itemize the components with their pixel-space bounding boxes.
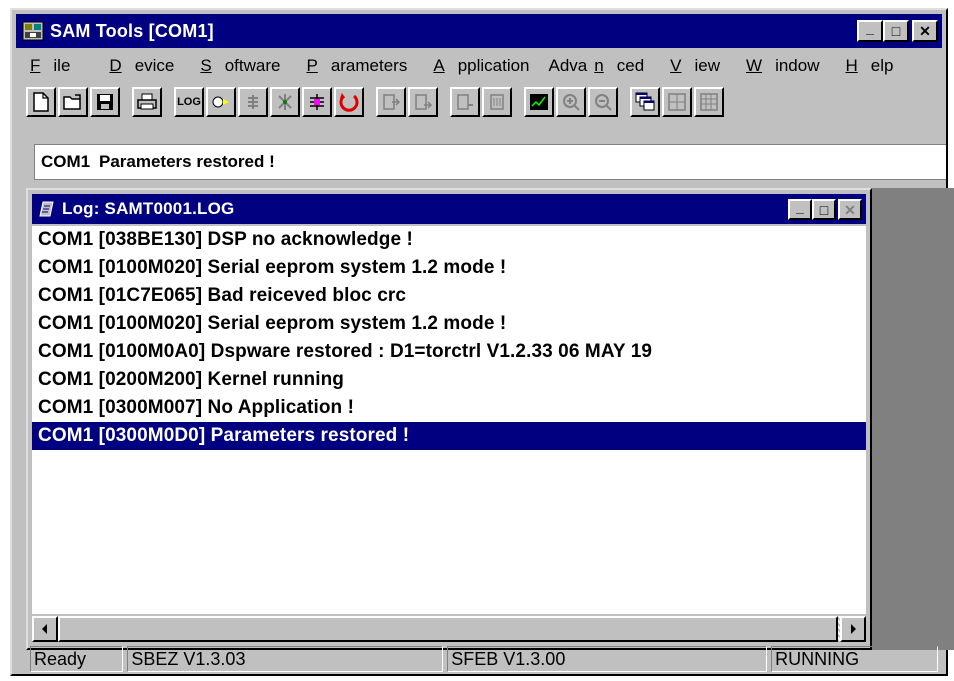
device-button[interactable] — [206, 87, 236, 117]
open-button[interactable] — [58, 87, 88, 117]
close-icon: ✕ — [919, 23, 931, 39]
toolbar: LOG — [26, 84, 942, 120]
minimize-icon: _ — [866, 20, 874, 36]
device-icon — [212, 96, 229, 108]
arrow-left-icon — [42, 624, 47, 634]
upload-button[interactable] — [376, 87, 406, 117]
menu-advanced[interactable]: Adva n ced — [549, 56, 645, 76]
restore-icon — [339, 93, 359, 112]
log-line[interactable]: COM1 [0300M007] No Application ! — [32, 394, 866, 422]
menu-file[interactable]: File — [23, 56, 89, 76]
log-line[interactable]: COM1 [0100M020] Serial eeprom system 1.2… — [32, 310, 866, 338]
zoom-out-icon — [595, 94, 612, 111]
window-title: SAM Tools [COM1] — [50, 20, 214, 41]
tile-icon — [668, 93, 686, 111]
log-close-button[interactable]: ✕ — [838, 199, 862, 220]
status-state: RUNNING — [771, 646, 938, 672]
new-button[interactable] — [26, 87, 56, 117]
log-line[interactable]: COM1 [0100M0A0] Dspware restored : D1=to… — [32, 338, 866, 366]
log-window-title-bar[interactable]: Log: SAMT0001.LOG _ □ ✕ — [32, 194, 866, 224]
message-port: COM1 — [41, 152, 91, 171]
zoom-in-button[interactable] — [556, 87, 586, 117]
arrow-right-icon — [851, 624, 856, 634]
tile-button[interactable] — [662, 87, 692, 117]
save-icon — [97, 94, 113, 110]
zoom-in-icon — [563, 94, 580, 111]
log-line[interactable]: COM1 [01C7E065] Bad reiceved bloc crc — [32, 282, 866, 310]
log-line[interactable]: COM1 [0100M020] Serial eeprom system 1.2… — [32, 254, 866, 282]
maximize-icon: □ — [819, 201, 829, 218]
scroll-right-button[interactable] — [840, 616, 866, 642]
menu-help[interactable]: Help — [838, 56, 893, 76]
menu-bar: File Device Software Parameters Applicat… — [16, 52, 942, 80]
arrange-icon — [700, 93, 718, 111]
scroll-thumb[interactable] — [58, 616, 838, 642]
compare-button[interactable] — [450, 87, 480, 117]
cascade-icon — [635, 92, 655, 111]
log-window: Log: SAMT0001.LOG _ □ ✕ COM1 [038BE130] … — [26, 188, 872, 650]
application-button[interactable] — [302, 87, 332, 117]
minimize-button[interactable]: _ — [857, 20, 883, 42]
application-icon — [310, 94, 324, 110]
print-icon — [137, 93, 157, 110]
new-icon — [33, 92, 49, 112]
log-minimize-button[interactable]: _ — [788, 199, 812, 220]
status-sfeb-version: SFEB V1.3.00 — [447, 646, 768, 672]
arrange-button[interactable] — [694, 87, 724, 117]
open-icon — [63, 94, 81, 110]
log-maximize-button[interactable]: □ — [812, 199, 836, 220]
message-line: COM1 Parameters restored ! — [34, 144, 946, 180]
parameters-icon — [278, 94, 292, 110]
menu-device[interactable]: Device — [102, 56, 174, 76]
horizontal-scrollbar[interactable] — [32, 616, 866, 642]
menu-window[interactable]: Window — [739, 56, 819, 76]
log-line[interactable]: COM1 [0200M200] Kernel running — [32, 366, 866, 394]
minimize-icon: _ — [796, 198, 804, 215]
menu-software[interactable]: Software — [193, 56, 280, 76]
mdi-client-area: Log: SAMT0001.LOG _ □ ✕ COM1 [038BE130] … — [26, 188, 954, 650]
status-bar: Ready SBEZ V1.3.03 SFEB V1.3.00 RUNNING — [26, 646, 942, 672]
message-text: Parameters restored ! — [99, 152, 275, 171]
main-window: SAM Tools [COM1] _ □ ✕ File Device Softw… — [10, 8, 954, 676]
print-button[interactable] — [132, 87, 162, 117]
parameters-button[interactable] — [270, 87, 300, 117]
close-icon: ✕ — [844, 201, 856, 218]
upload-icon — [383, 94, 400, 110]
menu-parameters[interactable]: Parameters — [299, 56, 407, 76]
close-button[interactable]: ✕ — [912, 20, 938, 42]
scroll-left-button[interactable] — [32, 616, 58, 642]
maximize-button[interactable]: □ — [883, 20, 909, 42]
log-list[interactable]: COM1 [038BE130] DSP no acknowledge ! COM… — [32, 226, 866, 614]
maximize-icon: □ — [891, 23, 901, 39]
print-params-icon — [490, 94, 504, 110]
sam-tools-app-icon[interactable] — [22, 20, 44, 42]
software-icon — [248, 95, 258, 109]
log-window-title: Log: SAMT0001.LOG — [62, 199, 235, 218]
log-line-selected[interactable]: COM1 [0300M0D0] Parameters restored ! — [32, 422, 866, 450]
title-bar[interactable]: SAM Tools [COM1] _ □ ✕ — [16, 14, 942, 48]
print-params-button[interactable] — [482, 87, 512, 117]
log-icon[interactable] — [38, 200, 56, 218]
zoom-out-button[interactable] — [588, 87, 618, 117]
download-button[interactable] — [408, 87, 438, 117]
log-button[interactable]: LOG — [174, 87, 204, 117]
menu-application[interactable]: Application — [426, 56, 529, 76]
menu-file-rest: ile — [53, 56, 71, 75]
status-sbez-version: SBEZ V1.3.03 — [127, 646, 444, 672]
scope-button[interactable] — [524, 87, 554, 117]
log-icon: LOG — [177, 96, 201, 108]
download-icon — [415, 94, 432, 110]
cascade-button[interactable] — [630, 87, 660, 117]
status-ready: Ready — [30, 646, 124, 672]
save-button[interactable] — [90, 87, 120, 117]
scope-icon — [530, 94, 548, 110]
software-button[interactable] — [238, 87, 268, 117]
compare-icon — [457, 94, 473, 110]
menu-view[interactable]: View — [663, 56, 720, 76]
log-line[interactable]: COM1 [038BE130] DSP no acknowledge ! — [32, 226, 866, 254]
restore-button[interactable] — [334, 87, 364, 117]
